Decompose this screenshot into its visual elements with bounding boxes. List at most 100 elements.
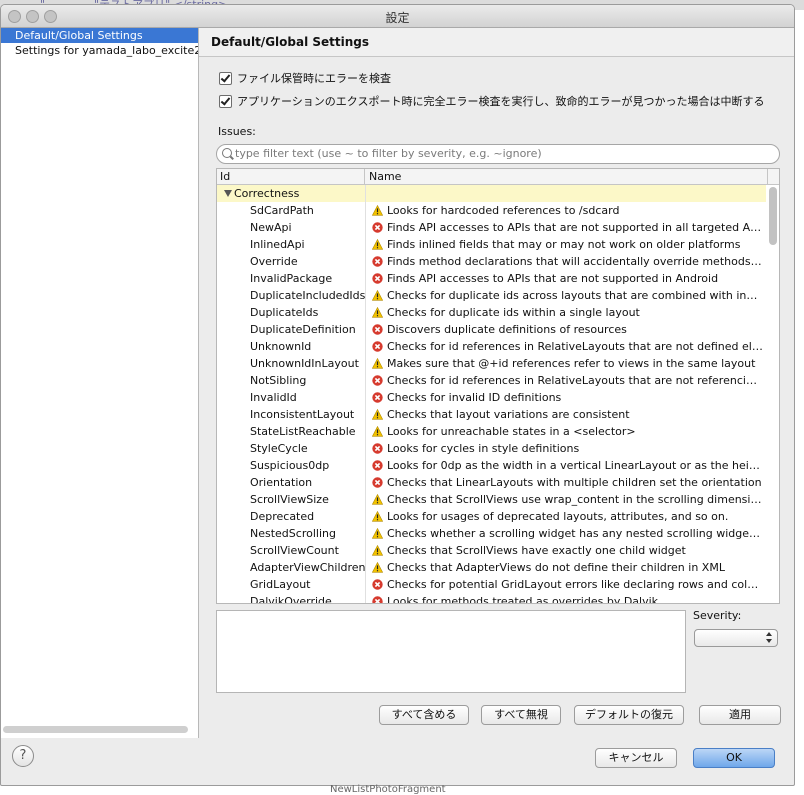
settings-dialog: 設定 Default/Global Settings Settings for … [0, 4, 795, 786]
check-on-save-option[interactable]: ファイル保管時にエラーを検査 [219, 70, 391, 86]
issue-description: Checks that LinearLayouts with multiple … [387, 476, 762, 489]
issue-id: ScrollViewSize [250, 493, 329, 506]
issue-description: Checks for potential GridLayout errors l… [387, 578, 763, 591]
table-row[interactable]: ScrollViewCount Checks that ScrollViews h… [217, 542, 766, 559]
table-row[interactable]: UnknownId Checks for id references in Rel… [217, 338, 766, 355]
filter-field[interactable] [216, 144, 780, 164]
issue-name-cell: Looks for unreachable states in a <selec… [366, 423, 765, 440]
sidebar-item-project-settings[interactable]: Settings for yamada_labo_excite2 [1, 43, 198, 58]
issue-description: Finds method declarations that will acci… [387, 255, 763, 268]
severity-select[interactable] [694, 629, 778, 647]
issue-id-cell: SdCardPath [217, 202, 366, 219]
issue-id-cell: DuplicateDefinition [217, 321, 366, 338]
cancel-button[interactable]: キャンセル [595, 748, 677, 768]
include-all-button[interactable]: すべて含める [379, 705, 469, 725]
table-vertical-scrollbar[interactable] [769, 187, 777, 245]
issues-table-header: Id Name [217, 169, 779, 185]
issue-id-cell: NotSibling [217, 372, 366, 389]
table-row[interactable]: Deprecated Looks for usages of deprecated… [217, 508, 766, 525]
apply-button[interactable]: 適用 [699, 705, 781, 725]
error-icon [372, 579, 383, 590]
check-on-export-option[interactable]: アプリケーションのエクスポート時に完全エラー検査を実行し、致命的エラーが見つかっ… [219, 93, 764, 109]
ok-button[interactable]: OK [693, 748, 775, 768]
issue-description: Checks for invalid ID definitions [387, 391, 562, 404]
category-label: Correctness [234, 187, 300, 200]
issue-name-cell: Checks for id references in RelativeLayo… [366, 372, 765, 389]
check-on-export-label: アプリケーションのエクスポート時に完全エラー検査を実行し、致命的エラーが見つかっ… [237, 95, 765, 108]
issue-name-cell: Finds method declarations that will acci… [366, 253, 765, 270]
table-row[interactable]: DuplicateIds Checks for duplicate ids wit… [217, 304, 766, 321]
table-row[interactable]: Override Finds method declarations that w… [217, 253, 766, 270]
error-icon [372, 596, 383, 603]
issue-id: NestedScrolling [250, 527, 336, 540]
issue-id-cell: Orientation [217, 474, 366, 491]
table-row[interactable]: StyleCycle Looks for cycles in style defi… [217, 440, 766, 457]
error-icon [372, 443, 383, 454]
issue-description: Discovers duplicate definitions of resou… [387, 323, 627, 336]
issue-id-cell: ScrollViewCount [217, 542, 366, 559]
issue-description: Checks that ScrollViews use wrap_content… [387, 493, 763, 506]
issue-name-cell: Checks for invalid ID definitions [366, 389, 765, 406]
issue-name-cell: Looks for hardcoded references to /sdcar… [366, 202, 765, 219]
issue-id: AdapterViewChildren [250, 561, 366, 574]
warning-icon [372, 358, 383, 369]
table-row[interactable]: DuplicateIncludedIds Checks for duplicate… [217, 287, 766, 304]
sidebar-item-default-global[interactable]: Default/Global Settings [1, 28, 198, 43]
issue-name-cell: Finds inlined fields that may or may not… [366, 236, 765, 253]
warning-icon [372, 239, 383, 250]
table-row[interactable]: StateListReachable Looks for unreachable … [217, 423, 766, 440]
column-header-name[interactable]: Name [366, 169, 768, 184]
issue-id: GridLayout [250, 578, 311, 591]
issue-id: UnknownIdInLayout [250, 357, 359, 370]
issue-description: Looks for usages of deprecated layouts, … [387, 510, 729, 523]
table-row[interactable]: ScrollViewSize Checks that ScrollViews us… [217, 491, 766, 508]
table-row[interactable]: NotSibling Checks for id references in Re… [217, 372, 766, 389]
issue-id: InconsistentLayout [250, 408, 355, 421]
ignore-all-button[interactable]: すべて無視 [481, 705, 561, 725]
issue-id: Deprecated [250, 510, 315, 523]
error-icon [372, 477, 383, 488]
warning-icon [372, 307, 383, 318]
table-row[interactable]: DalvikOverride Looks for methods treated … [217, 593, 766, 604]
filter-input[interactable] [235, 146, 765, 161]
warning-icon [372, 205, 383, 216]
issue-id-cell: ScrollViewSize [217, 491, 366, 508]
issue-id: Orientation [250, 476, 313, 489]
table-row[interactable]: NestedScrolling Checks whether a scrollin… [217, 525, 766, 542]
help-icon[interactable]: ? [12, 745, 34, 767]
table-row[interactable]: InvalidPackage Finds API accesses to APIs… [217, 270, 766, 287]
check-on-export-checkbox[interactable] [219, 94, 232, 108]
issue-name-cell: Finds API accesses to APIs that are not … [366, 270, 765, 287]
issue-id-cell: UnknownId [217, 338, 366, 355]
warning-icon [372, 545, 383, 556]
issue-id-cell: InvalidId [217, 389, 366, 406]
error-icon [372, 256, 383, 267]
category-row-correctness[interactable]: Correctness [217, 185, 766, 202]
expand-triangle-icon[interactable] [224, 190, 232, 197]
issue-description: Looks for methods treated as overrides b… [387, 595, 659, 604]
warning-icon [372, 562, 383, 573]
table-row[interactable]: NewApi Finds API accesses to APIs that ar… [217, 219, 766, 236]
table-row[interactable]: AdapterViewChildren Checks that AdapterVi… [217, 559, 766, 576]
table-row[interactable]: Orientation Checks that LinearLayouts wit… [217, 474, 766, 491]
table-row[interactable]: GridLayout Checks for potential GridLayou… [217, 576, 766, 593]
check-on-save-checkbox[interactable] [219, 71, 232, 85]
table-row[interactable]: InlinedApi Finds inlined fields that may … [217, 236, 766, 253]
sidebar-horizontal-scrollbar[interactable] [3, 726, 188, 733]
issue-name-cell: Looks for 0dp as the width in a vertical… [366, 457, 765, 474]
table-row[interactable]: InconsistentLayout Checks that layout var… [217, 406, 766, 423]
issue-name-cell: Checks that AdapterViews do not define t… [366, 559, 765, 576]
table-row[interactable]: UnknownIdInLayout Makes sure that @+id re… [217, 355, 766, 372]
column-header-id[interactable]: Id [217, 169, 365, 184]
table-row[interactable]: InvalidId Checks for invalid ID definitio… [217, 389, 766, 406]
issue-id-cell: StyleCycle [217, 440, 366, 457]
table-row[interactable]: SdCardPath Looks for hardcoded references… [217, 202, 766, 219]
issue-id-cell: StateListReachable [217, 423, 366, 440]
restore-defaults-button[interactable]: デフォルトの復元 [574, 705, 684, 725]
issue-description: Checks for id references in RelativeLayo… [387, 374, 763, 387]
table-row[interactable]: Suspicious0dp Looks for 0dp as the width … [217, 457, 766, 474]
window-title: 設定 [385, 11, 410, 25]
issue-name-cell: Checks for potential GridLayout errors l… [366, 576, 765, 593]
issue-id: Override [250, 255, 298, 268]
table-row[interactable]: DuplicateDefinition Discovers duplicate d… [217, 321, 766, 338]
